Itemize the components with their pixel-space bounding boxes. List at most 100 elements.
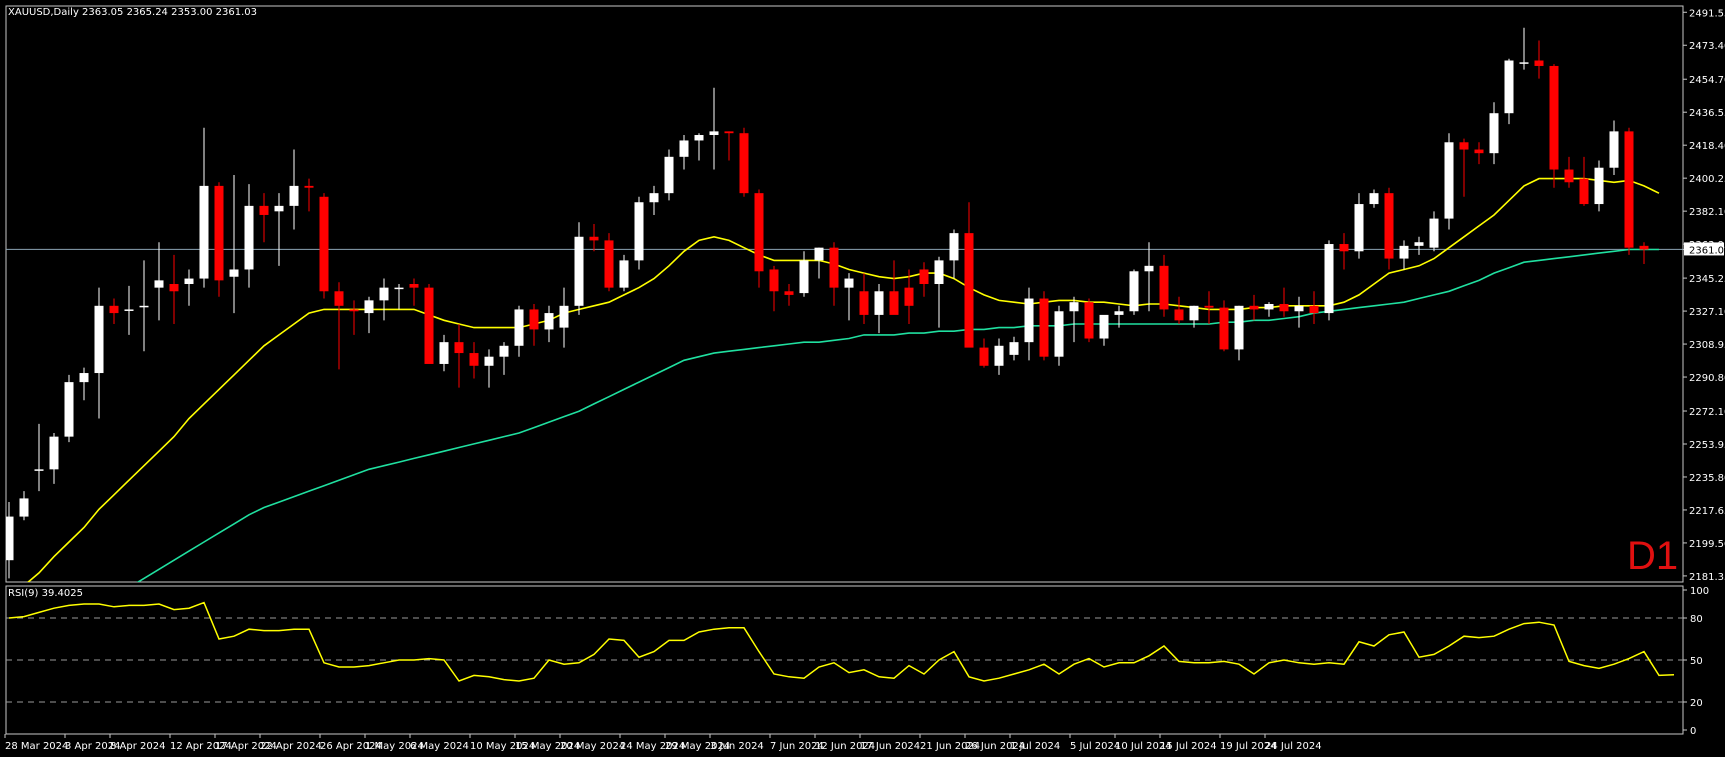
candle-body	[469, 353, 479, 366]
candle	[1084, 298, 1094, 343]
candle-body	[1414, 242, 1424, 246]
candle-body	[154, 280, 164, 288]
candle-body	[1639, 245, 1649, 250]
candle-body	[379, 287, 389, 301]
candle	[139, 260, 149, 352]
candle-body	[1204, 305, 1214, 308]
candle-body	[964, 233, 974, 348]
candle-body	[409, 284, 419, 288]
candle-body	[199, 185, 209, 279]
candle-body	[1444, 142, 1454, 219]
candle-body	[1534, 60, 1544, 66]
candle-body	[1519, 62, 1529, 64]
candle	[154, 242, 164, 321]
candle-body	[439, 342, 449, 364]
price-label: 2400.25	[1689, 174, 1725, 185]
candle	[1279, 287, 1289, 317]
candle	[184, 269, 194, 306]
price-label: 2418.40	[1689, 141, 1725, 152]
candle	[1519, 27, 1529, 70]
candle-body	[484, 356, 494, 366]
candle	[949, 229, 959, 279]
candle	[64, 374, 74, 443]
candle-body	[1579, 178, 1589, 205]
candle	[1489, 102, 1499, 165]
candle-body	[244, 205, 254, 270]
candle	[79, 367, 89, 401]
candle	[1174, 296, 1184, 324]
candle	[1129, 269, 1139, 315]
candle-body	[1039, 298, 1049, 357]
candle	[1039, 291, 1049, 361]
price-label: 2436.55	[1689, 108, 1725, 119]
candle	[1294, 296, 1304, 328]
candle	[604, 233, 614, 292]
candle	[934, 256, 944, 328]
candle	[289, 149, 299, 230]
candle	[874, 284, 884, 334]
chart-area[interactable]: 2491.55 2473.40 2454.70 2436.55 2418.40 2400.…	[0, 0, 1725, 757]
candle-body	[1294, 305, 1304, 312]
candle	[364, 296, 374, 334]
candle-body	[874, 291, 884, 315]
candle	[1264, 302, 1274, 317]
candle-body	[1309, 305, 1319, 314]
date-label: 5 Jul 2024	[1070, 741, 1120, 752]
candle	[1474, 142, 1484, 165]
price-label: 2308.95	[1689, 340, 1725, 351]
candle-body	[454, 342, 464, 354]
candle-body	[1504, 60, 1514, 114]
candle-body	[754, 193, 764, 272]
candle-body	[1489, 113, 1499, 154]
candle-body	[499, 345, 509, 357]
candle	[844, 273, 854, 321]
candle-body	[1084, 302, 1094, 339]
candle-body	[1564, 169, 1574, 183]
candle-body	[94, 305, 104, 374]
candle-body	[679, 140, 689, 157]
price-label: 2345.25	[1689, 274, 1725, 285]
candle	[1399, 240, 1409, 270]
candle	[49, 433, 59, 484]
candle-body	[1624, 131, 1634, 248]
price-label: 2272.10	[1689, 407, 1725, 418]
candle	[259, 193, 269, 243]
date-label: 28 Mar 2024	[5, 741, 68, 752]
candle	[559, 287, 569, 348]
candle-body	[1234, 305, 1244, 350]
candle	[1579, 156, 1589, 206]
candle	[349, 300, 359, 335]
candle	[319, 193, 329, 299]
candle	[994, 338, 1004, 375]
candle	[94, 287, 104, 419]
candle	[664, 149, 674, 201]
candle	[514, 305, 524, 357]
candle-body	[139, 305, 149, 308]
candle-body	[424, 287, 434, 364]
candle	[1459, 138, 1469, 197]
price-label: 2181.35	[1689, 572, 1725, 583]
candle	[169, 254, 179, 324]
candle-body	[1099, 314, 1109, 339]
candle-body	[1459, 142, 1469, 150]
candle-body	[1024, 298, 1034, 343]
candle	[124, 285, 134, 335]
candle-body	[1369, 193, 1379, 205]
candle	[694, 133, 704, 161]
candle	[1384, 187, 1394, 270]
candle	[1639, 242, 1649, 265]
candle	[859, 273, 869, 324]
candle	[1369, 189, 1379, 208]
candle	[1549, 64, 1559, 188]
candle-body	[334, 291, 344, 306]
candle	[1534, 40, 1544, 79]
candle	[394, 284, 404, 310]
candle-body	[1609, 131, 1619, 168]
candle	[1069, 296, 1079, 343]
candle-body	[949, 233, 959, 261]
candle	[439, 334, 449, 372]
candle-body	[1399, 245, 1409, 259]
candle-body	[739, 133, 749, 194]
candle	[649, 185, 659, 215]
candle-body	[319, 196, 329, 292]
